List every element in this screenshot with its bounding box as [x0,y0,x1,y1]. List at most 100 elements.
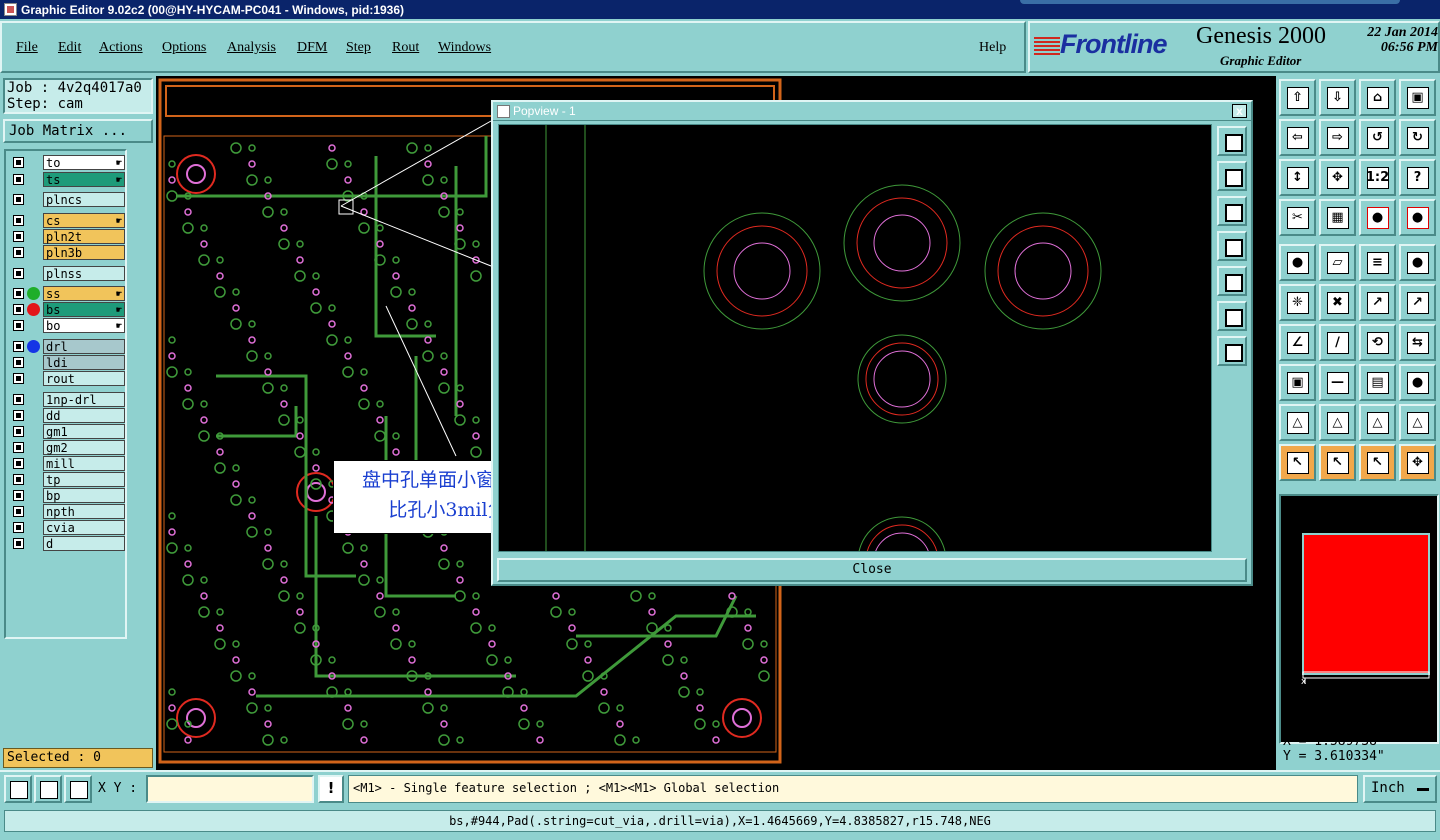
layer-checkbox[interactable] [13,458,24,469]
layer-name[interactable]: plncs [43,192,125,207]
measure-dist-icon[interactable]: ▤ [1359,364,1396,401]
measure-tool-icon[interactable]: ✂ [1279,199,1316,236]
layer-name[interactable]: 1np-drl [43,392,125,407]
edit-shape-icon[interactable]: ▱ [1319,244,1356,281]
popview-center-icon[interactable] [1217,336,1247,366]
layer-name[interactable]: ss ☛ [43,286,125,301]
layer-name[interactable]: mill [43,456,125,471]
pad-add-icon[interactable]: ● [1279,244,1316,281]
line-cut-icon[interactable]: — [1319,364,1356,401]
window-icon[interactable]: ▣ [1399,79,1436,116]
layer-row-to[interactable]: to ☛ [9,155,125,170]
layer-checkbox[interactable] [13,194,24,205]
layer-name[interactable]: bp [43,488,125,503]
mirror-icon[interactable]: ⇆ [1399,324,1436,361]
layer-checkbox[interactable] [13,215,24,226]
layers-red2-icon[interactable]: ● [1399,199,1436,236]
view-left-icon[interactable]: ⇦ [1279,119,1316,156]
layer-name[interactable]: pln3b [43,245,125,260]
menu-analysis[interactable]: Analysis [227,40,276,56]
layer-name[interactable]: d [43,536,125,551]
layer-row-npth[interactable]: npth [9,504,125,519]
layer-name[interactable]: pln2t [43,229,125,244]
layer-name[interactable]: plnss [43,266,125,281]
zoom-window-icon[interactable] [4,775,32,803]
view-right-icon[interactable]: ⇨ [1319,119,1356,156]
connect-icon[interactable]: ❈ [1279,284,1316,321]
layer-row-rout[interactable]: rout [9,371,125,386]
layer-name[interactable]: bo ☛ [43,318,125,333]
layer-row-d[interactable]: d [9,536,125,551]
layer-name[interactable]: dd [43,408,125,423]
job-matrix-button[interactable]: Job Matrix ... [3,119,153,143]
menu-actions[interactable]: Actions [99,40,143,56]
layer-row-pln3b[interactable]: pln3b [9,245,125,260]
popview-pan-right-icon[interactable] [1217,266,1247,296]
layer-checkbox[interactable] [13,373,24,384]
popview-close-button[interactable]: Close [497,558,1247,582]
layer-row-ts[interactable]: ts ☛ [9,172,125,187]
zoom-ratio-icon[interactable]: 1:2 [1359,159,1396,196]
layer-row-gm2[interactable]: gm2 [9,440,125,455]
menu-rout[interactable]: Rout [392,40,419,56]
menu-dfm[interactable]: DFM [297,40,327,56]
snap-grid-icon[interactable] [64,775,92,803]
tri-blue-icon[interactable]: △ [1319,404,1356,441]
layer-row-plnss[interactable]: plnss [9,266,125,281]
pointer-box-icon[interactable]: ↖ [1319,444,1356,481]
pad-icon[interactable]: ● [1399,244,1436,281]
layer-row-cs[interactable]: cs ☛ [9,213,125,228]
layer-checkbox[interactable] [13,268,24,279]
layer-row-bs[interactable]: bs ☛ [9,302,125,317]
pointer-icon[interactable]: ↖ [1279,444,1316,481]
line-blue-icon[interactable]: ∕ [1319,324,1356,361]
pointer-warn-icon[interactable]: ↖ [1359,444,1396,481]
line-red-icon[interactable]: ∠ [1279,324,1316,361]
layer-row-cvia[interactable]: cvia [9,520,125,535]
layer-row-drl[interactable]: drl [9,339,125,354]
popview-zoom-in-icon[interactable] [1217,126,1247,156]
layer-checkbox[interactable] [13,426,24,437]
layer-checkbox[interactable] [13,522,24,533]
select-red-icon[interactable]: ▣ [1279,364,1316,401]
view-down-icon[interactable]: ⇩ [1319,79,1356,116]
redraw-icon[interactable]: ↻ [1399,119,1436,156]
layer-row-bp[interactable]: bp [9,488,125,503]
popview-pan-down-icon[interactable] [1217,196,1247,226]
layer-checkbox[interactable] [13,341,24,352]
tri-red-icon[interactable]: △ [1279,404,1316,441]
popview-close-icon[interactable]: x [1232,104,1247,118]
layer-row-1np-drl[interactable]: 1np-drl [9,392,125,407]
undo-icon[interactable]: ↺ [1359,119,1396,156]
overview-map[interactable]: x [1279,494,1439,744]
layer-row-ss[interactable]: ss ☛ [9,286,125,301]
layer-name[interactable]: bs ☛ [43,302,125,317]
blob-icon[interactable]: ● [1399,364,1436,401]
layer-name[interactable]: drl [43,339,125,354]
net-icon[interactable]: ✥ [1399,444,1436,481]
popview-zoom-out-icon[interactable] [1217,161,1247,191]
center-icon[interactable]: ✥ [1319,159,1356,196]
rotate-icon[interactable]: ⟲ [1359,324,1396,361]
menu-windows[interactable]: Windows [438,40,491,56]
layer-checkbox[interactable] [13,490,24,501]
menu-options[interactable]: Options [162,40,206,56]
layer-checkbox[interactable] [13,538,24,549]
move-red-icon[interactable]: ↗ [1359,284,1396,321]
layer-row-plncs[interactable]: plncs [9,192,125,207]
help-icon[interactable]: ? [1399,159,1436,196]
layer-name[interactable]: ldi [43,355,125,370]
popview-fit-icon[interactable] [1217,301,1247,331]
layers-red-icon[interactable]: ● [1359,199,1396,236]
move-blue-icon[interactable]: ↗ [1399,284,1436,321]
layer-checkbox[interactable] [13,357,24,368]
layer-row-tp[interactable]: tp [9,472,125,487]
layer-row-gm1[interactable]: gm1 [9,424,125,439]
layer-name[interactable]: rout [43,371,125,386]
layer-checkbox[interactable] [13,157,24,168]
layer-name[interactable]: ts ☛ [43,172,125,187]
measure-icon[interactable] [34,775,62,803]
popview-pan-left-icon[interactable] [1217,231,1247,261]
layer-name[interactable]: npth [43,504,125,519]
warning-button[interactable]: ! [318,775,344,803]
